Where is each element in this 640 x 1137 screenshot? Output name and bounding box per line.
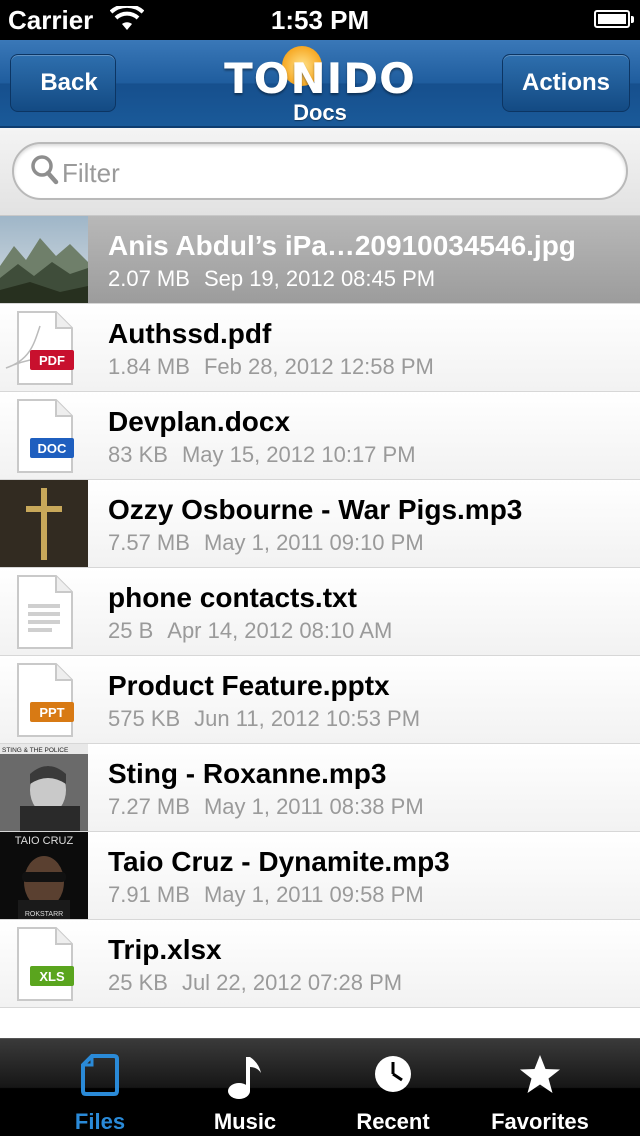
pdf-file-icon: PDF [0,304,88,391]
file-icon [80,1053,120,1102]
file-size: 83 KB [108,442,168,467]
file-size: 25 KB [108,970,168,995]
actions-button[interactable]: Actions [502,54,630,112]
file-date: Sep 19, 2012 08:45 PM [203,266,436,291]
file-size: 1.84 MB [108,354,190,379]
file-date: Jun 11, 2012 10:53 PM [194,706,421,731]
star-icon [518,1053,562,1102]
file-name: Taio Cruz - Dynamite.mp3 [108,846,450,877]
file-meta: 83 KB May 15, 2012 10:17 PM [108,442,416,468]
filter-input[interactable]: Filter [12,142,628,200]
xls-badge-text: XLS [39,969,65,984]
file-row[interactable]: Ozzy Osbourne - War Pigs.mp3 7.57 MB May … [0,480,640,568]
file-size: 7.57 MB [108,530,190,555]
navigation-bar: Back TONIDO Docs Actions [0,40,640,128]
file-name: Product Feature.pptx [108,670,390,701]
file-date: May 1, 2011 09:10 PM [203,530,424,555]
file-date: Apr 14, 2012 08:10 AM [167,618,393,643]
file-row[interactable]: PPT Product Feature.pptx 575 KB Jun 11, 2… [0,656,640,744]
tab-bar: Files Music Recent Favorites [0,1038,640,1136]
file-meta: 575 KB Jun 11, 2012 10:53 PM [108,706,420,732]
tab-label: Favorites [491,1109,589,1134]
file-date: May 1, 2011 09:58 PM [203,882,424,907]
file-size: 2.07 MB [108,266,190,291]
album-art-thumbnail: TAIO CRUZ ROKSTARR [0,832,88,919]
doc-file-icon: DOC [0,392,88,479]
actions-button-label: Actions [521,69,610,96]
file-meta: 7.27 MB May 1, 2011 08:38 PM [108,794,424,820]
file-row[interactable]: PDF Authssd.pdf 1.84 MB Feb 28, 2012 12:5… [0,304,640,392]
file-row[interactable]: phone contacts.txt 25 B Apr 14, 2012 08:1… [0,568,640,656]
album-art-title: TAIO CRUZ [15,835,74,847]
music-note-icon [225,1053,265,1106]
file-size: 7.91 MB [108,882,190,907]
tab-music[interactable]: Music [165,1039,325,1137]
file-row[interactable]: Anis Abdul’s iPa…20910034546.jpg 2.07 MB… [0,216,640,304]
file-meta: 25 B Apr 14, 2012 08:10 AM [108,618,392,644]
file-date: May 1, 2011 08:38 PM [203,794,424,819]
album-art-subtitle: ROKSTARR [25,911,63,918]
file-name: phone contacts.txt [108,582,357,613]
battery-icon [594,10,634,28]
status-bar: Carrier 1:53 PM [0,0,640,40]
logo-text: TONIDO [224,54,416,103]
album-art-thumbnail [0,480,88,567]
pdf-badge-text: PDF [39,353,65,368]
file-date: Feb 28, 2012 12:58 PM [203,354,434,379]
tab-files[interactable]: Files [20,1039,180,1137]
doc-badge-text: DOC [38,441,68,456]
file-meta: 7.57 MB May 1, 2011 09:10 PM [108,530,424,556]
file-row[interactable]: DOC Devplan.docx 83 KB May 15, 2012 10:17… [0,392,640,480]
file-size: 575 KB [108,706,181,731]
file-size: 25 B [108,618,154,643]
file-size: 7.27 MB [108,794,190,819]
file-meta: 25 KB Jul 22, 2012 07:28 PM [108,970,402,996]
file-name: Sting - Roxanne.mp3 [108,758,387,789]
album-art-text: STING & THE POLICE [2,747,69,754]
ppt-file-icon: PPT [0,656,88,743]
filter-placeholder: Filter [62,158,120,188]
xls-file-icon: XLS [0,920,88,1007]
file-name: Ozzy Osbourne - War Pigs.mp3 [108,494,523,525]
file-row[interactable]: XLS Trip.xlsx 25 KB Jul 22, 2012 07:28 PM [0,920,640,1008]
clock-icon [372,1053,414,1100]
tab-recent[interactable]: Recent [313,1039,473,1137]
ppt-badge-text: PPT [39,705,64,720]
file-meta: 1.84 MB Feb 28, 2012 12:58 PM [108,354,434,380]
image-thumbnail [0,216,88,303]
file-row[interactable]: TAIO CRUZ ROKSTARR Taio Cruz - Dynamite.… [0,832,640,920]
clock-time: 1:53 PM [270,5,370,35]
album-art-thumbnail: STING & THE POLICE [0,744,88,831]
file-date: May 15, 2012 10:17 PM [181,442,416,467]
file-meta: 7.91 MB May 1, 2011 09:58 PM [108,882,424,908]
tab-label: Files [74,1109,126,1134]
file-date: Jul 22, 2012 07:28 PM [181,970,403,995]
back-button-label: Back [40,69,98,96]
file-name: Anis Abdul’s iPa…20910034546.jpg [108,230,576,261]
tab-label: Recent [356,1109,430,1134]
search-icon [30,154,60,191]
file-meta: 2.07 MB Sep 19, 2012 08:45 PM [108,266,435,292]
file-row[interactable]: STING & THE POLICE Sting - Roxanne.mp3 7… [0,744,640,832]
tonido-logo: TONIDO [220,44,420,104]
file-name: Devplan.docx [108,406,291,437]
file-list: Anis Abdul’s iPa…20910034546.jpg 2.07 MB… [0,216,640,1008]
tab-favorites[interactable]: Favorites [460,1039,620,1137]
file-name: Authssd.pdf [108,318,272,349]
tab-label: Music [213,1109,277,1134]
file-name: Trip.xlsx [108,934,222,965]
search-bar: Filter [0,128,640,216]
text-file-icon [0,568,88,655]
